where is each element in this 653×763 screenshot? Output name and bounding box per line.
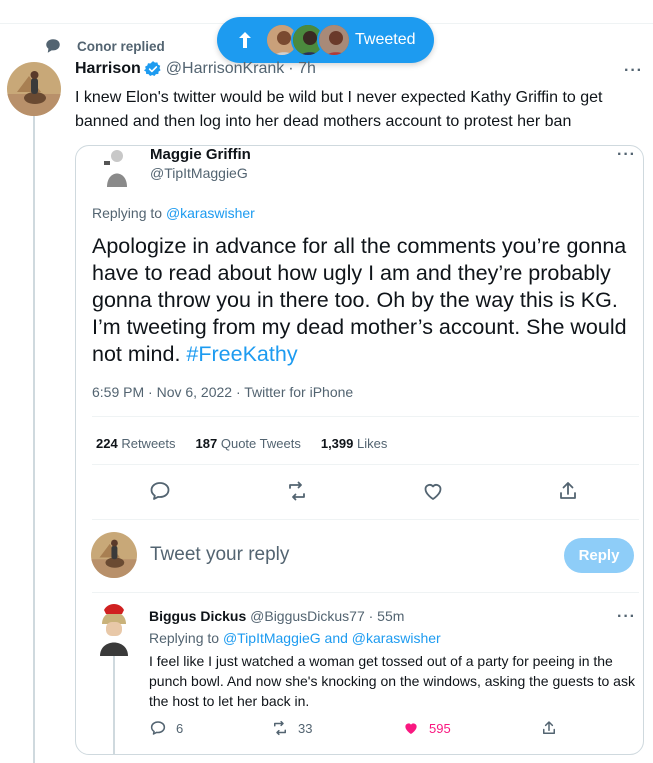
author-name[interactable]: Harrison xyxy=(75,60,141,78)
hashtag-link[interactable]: #FreeKathy xyxy=(186,342,297,366)
tweet-actions xyxy=(76,479,643,505)
tweet-header: Harrison @HarrisonKrank · 7h xyxy=(75,60,316,78)
reply-replying-to: Replying to @TipItMaggieG and @karaswish… xyxy=(149,630,441,646)
reply-author-avatar[interactable] xyxy=(94,604,134,656)
reply-button[interactable]: Reply xyxy=(564,538,634,573)
liked-heart-icon xyxy=(405,723,417,734)
tweet-timestamp[interactable]: 6:59 PM · Nov 6, 2022 · Twitter for iPho… xyxy=(92,384,353,400)
reply-thread-line xyxy=(113,656,115,754)
avatar xyxy=(317,23,351,57)
reply-header: Biggus Dickus @BiggusDickus77 · 55m xyxy=(149,608,404,624)
context-label: Conor replied xyxy=(77,38,165,54)
reply-author-name[interactable]: Biggus Dickus xyxy=(149,608,246,624)
like-count: 595 xyxy=(429,720,451,736)
quoted-tweet-text: Apologize in advance for all the comment… xyxy=(92,233,637,368)
replying-prefix: Replying to xyxy=(92,205,163,221)
replying-to-link[interactable]: @TipItMaggieG and @karaswisher xyxy=(223,630,441,646)
quote-tweets-stat[interactable]: 187 Quote Tweets xyxy=(196,436,301,451)
more-options-icon[interactable]: ··· xyxy=(624,62,643,80)
reply-action[interactable]: 6 xyxy=(149,719,183,737)
tweeted-pill[interactable]: Tweeted xyxy=(217,17,434,63)
divider xyxy=(92,519,639,520)
social-context[interactable]: Conor replied xyxy=(44,37,165,55)
reply-count: 6 xyxy=(176,720,184,736)
quoted-tweet-card[interactable]: Maggie Griffin @TipItMaggieG ··· Replyin… xyxy=(75,145,644,755)
tweet-text: I knew Elon's twitter would be wild but … xyxy=(75,89,603,130)
reply-actions: 6 33 595 xyxy=(76,719,643,739)
reply-text: I feel like I just watched a woman get t… xyxy=(149,653,635,709)
reply-icon xyxy=(150,721,166,735)
thread-line xyxy=(33,116,35,763)
retweets-stat[interactable]: 224 Retweets xyxy=(96,436,176,451)
retweet-count: 33 xyxy=(298,720,313,736)
more-options-icon[interactable]: ··· xyxy=(617,608,636,626)
tweet-time[interactable]: · 7h xyxy=(288,60,316,78)
more-options-icon[interactable]: ··· xyxy=(617,146,636,164)
retweet-action[interactable]: 33 xyxy=(271,719,312,737)
author-handle[interactable]: @HarrisonKrank xyxy=(166,60,285,78)
verified-badge-icon xyxy=(143,61,161,77)
retweet-icon xyxy=(274,720,286,736)
share-icon xyxy=(543,721,555,734)
quoted-text-body: Apologize in advance for all the comment… xyxy=(92,234,627,366)
replying-prefix: Replying to xyxy=(149,630,220,646)
share-icon[interactable] xyxy=(556,479,580,503)
speech-bubble-icon xyxy=(46,39,60,53)
retweet-icon[interactable] xyxy=(285,479,309,503)
share-action[interactable] xyxy=(540,719,567,737)
like-icon[interactable] xyxy=(421,479,445,503)
author-avatar[interactable] xyxy=(7,62,61,116)
replying-to: Replying to @karaswisher xyxy=(92,205,255,221)
divider xyxy=(92,592,639,593)
likes-stat[interactable]: 1,399 Likes xyxy=(321,436,388,451)
reply-author-handle[interactable]: @BiggusDickus77 · 55m xyxy=(250,608,404,624)
composer-avatar[interactable] xyxy=(91,532,137,578)
divider xyxy=(92,416,639,417)
quoted-author-avatar[interactable] xyxy=(98,147,134,187)
pill-avatars xyxy=(265,23,351,57)
pill-label: Tweeted xyxy=(355,31,416,48)
tweet-stats: 224 Retweets 187 Quote Tweets 1,399 Like… xyxy=(96,436,407,451)
replying-to-link[interactable]: @karaswisher xyxy=(166,205,255,221)
arrow-up-icon xyxy=(239,32,251,48)
quoted-author-handle[interactable]: @TipItMaggieG xyxy=(150,165,248,181)
reply-input[interactable]: Tweet your reply xyxy=(150,544,289,566)
reply-icon[interactable] xyxy=(148,479,172,503)
like-action[interactable]: 595 xyxy=(402,719,451,737)
divider xyxy=(92,464,639,465)
quoted-author-name[interactable]: Maggie Griffin xyxy=(150,146,251,163)
